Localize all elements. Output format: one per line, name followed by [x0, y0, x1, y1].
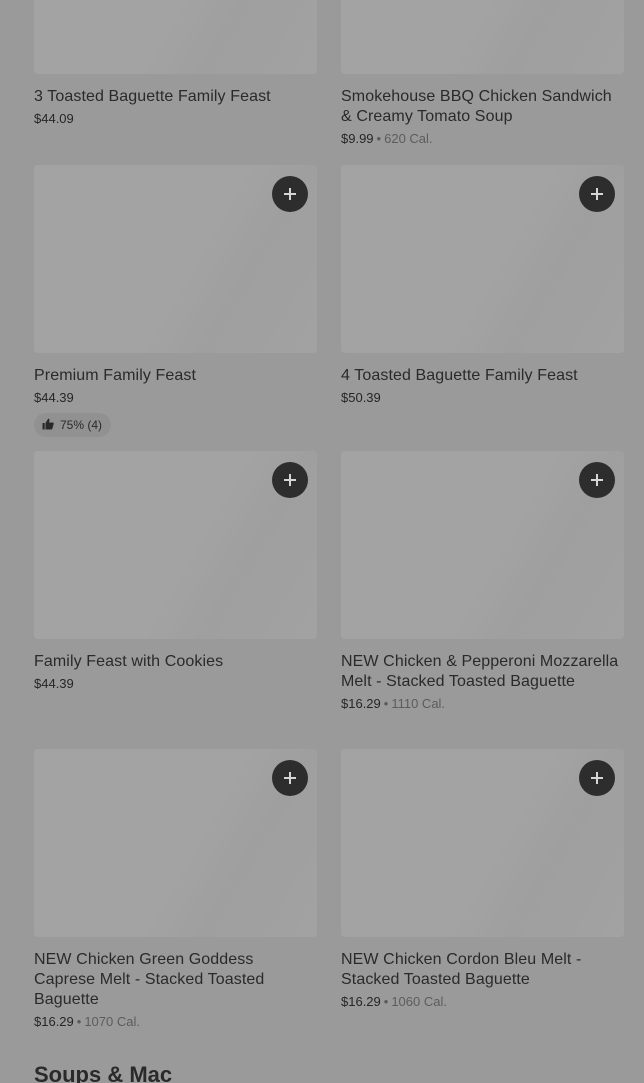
menu-item-calories: 1070 Cal. [84, 1014, 140, 1029]
menu-item-name[interactable]: Family Feast with Cookies [34, 652, 317, 672]
menu-item-price: $16.29 [341, 696, 381, 711]
menu-item-price: $44.09 [34, 111, 74, 126]
menu-item-card[interactable]: Family Feast with Cookies $44.39 [34, 451, 317, 694]
menu-item-card[interactable]: 3 Toasted Baguette Family Feast $44.09 [34, 0, 317, 129]
menu-item-name[interactable]: 3 Toasted Baguette Family Feast [34, 87, 317, 107]
menu-item-price: $44.39 [34, 676, 74, 691]
meta-separator: • [76, 1014, 82, 1029]
menu-item-card[interactable]: Smokehouse BBQ Chicken Sandwich & Creamy… [341, 0, 624, 149]
menu-item-meta: $44.39 [34, 388, 317, 408]
plus-icon [590, 771, 604, 785]
add-to-cart-button[interactable] [579, 760, 615, 796]
menu-item-name[interactable]: Premium Family Feast [34, 366, 317, 386]
menu-item-name[interactable]: 4 Toasted Baguette Family Feast [341, 366, 624, 386]
menu-item-meta: $16.29 • 1110 Cal. [341, 694, 624, 714]
menu-item-image[interactable] [34, 451, 317, 639]
menu-item-card[interactable]: Premium Family Feast $44.39 75% (4) [34, 165, 317, 437]
menu-page: 3 Toasted Baguette Family Feast $44.09 S… [0, 0, 644, 1083]
meta-separator: • [376, 131, 382, 146]
menu-item-meta: $9.99 • 620 Cal. [341, 129, 624, 149]
menu-item-price: $16.29 [341, 994, 381, 1009]
menu-item-price: $16.29 [34, 1014, 74, 1029]
menu-item-image[interactable] [34, 749, 317, 937]
meta-separator: • [383, 994, 389, 1009]
menu-item-meta: $44.39 [34, 674, 317, 694]
add-to-cart-button[interactable] [579, 462, 615, 498]
menu-item-card[interactable]: NEW Chicken Cordon Bleu Melt - Stacked T… [341, 749, 624, 1012]
menu-item-name[interactable]: Smokehouse BBQ Chicken Sandwich & Creamy… [341, 87, 624, 127]
menu-item-calories: 1060 Cal. [391, 994, 447, 1009]
menu-item-meta: $16.29 • 1070 Cal. [34, 1012, 317, 1032]
thumbs-up-icon [42, 418, 54, 433]
menu-item-price: $44.39 [34, 390, 74, 405]
menu-item-calories: 1110 Cal. [391, 696, 446, 711]
plus-icon [283, 187, 297, 201]
menu-item-price: $50.39 [341, 390, 381, 405]
add-to-cart-button[interactable] [272, 176, 308, 212]
meta-separator: • [383, 696, 389, 711]
menu-item-meta: $16.29 • 1060 Cal. [341, 992, 624, 1012]
section-heading: Soups & Mac [34, 1062, 173, 1083]
add-to-cart-button[interactable] [579, 176, 615, 212]
menu-item-image[interactable] [341, 749, 624, 937]
menu-item-name[interactable]: NEW Chicken & Pepperoni Mozzarella Melt … [341, 652, 624, 692]
menu-item-image[interactable] [341, 0, 624, 74]
menu-item-image[interactable] [341, 165, 624, 353]
rating-badge: 75% (4) [34, 413, 112, 437]
add-to-cart-button[interactable] [272, 462, 308, 498]
plus-icon [283, 473, 297, 487]
menu-item-card[interactable]: NEW Chicken & Pepperoni Mozzarella Melt … [341, 451, 624, 714]
menu-item-meta: $50.39 [341, 388, 624, 408]
menu-item-calories: 620 Cal. [384, 131, 433, 146]
plus-icon [283, 771, 297, 785]
menu-item-card[interactable]: 4 Toasted Baguette Family Feast $50.39 [341, 165, 624, 408]
plus-icon [590, 473, 604, 487]
menu-item-price: $9.99 [341, 131, 374, 146]
menu-item-meta: $44.09 [34, 109, 317, 129]
menu-item-name[interactable]: NEW Chicken Cordon Bleu Melt - Stacked T… [341, 950, 624, 990]
rating-text: 75% (4) [60, 418, 103, 432]
add-to-cart-button[interactable] [272, 760, 308, 796]
menu-item-image[interactable] [341, 451, 624, 639]
menu-item-card[interactable]: NEW Chicken Green Goddess Caprese Melt -… [34, 749, 317, 1032]
plus-icon [590, 187, 604, 201]
menu-item-image[interactable] [34, 165, 317, 353]
menu-item-image[interactable] [34, 0, 317, 74]
menu-item-name[interactable]: NEW Chicken Green Goddess Caprese Melt -… [34, 950, 317, 1010]
